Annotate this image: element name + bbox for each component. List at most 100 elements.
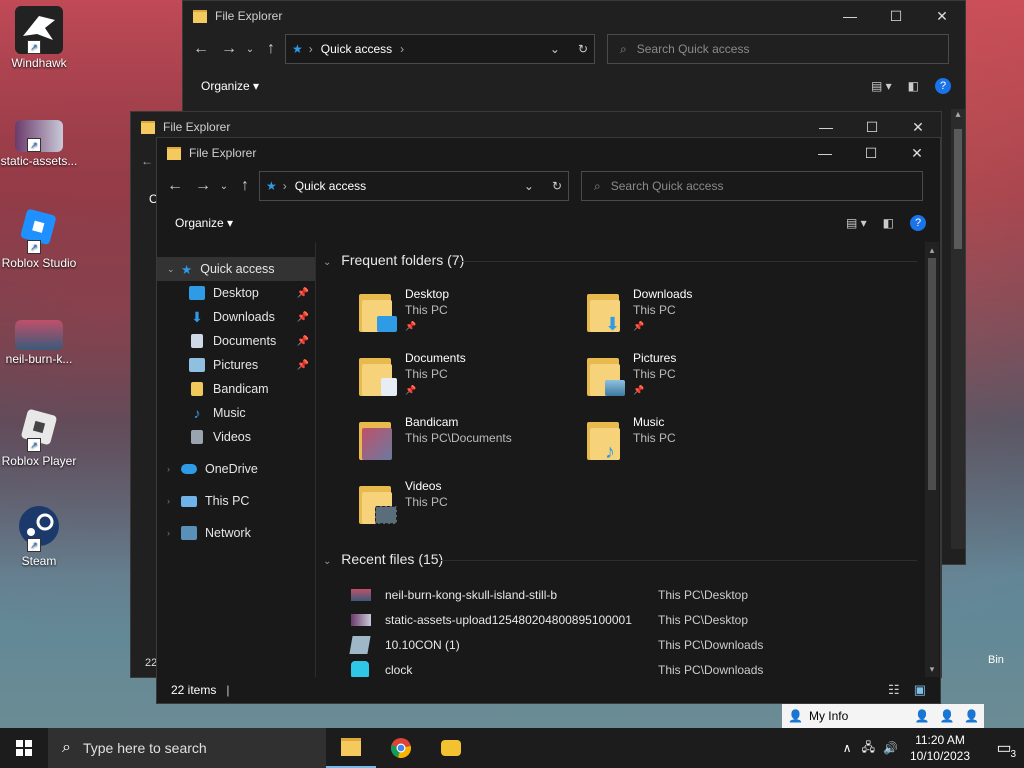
content-pane[interactable]: ⌄ Frequent folders (7) Desktop This PC 📌 ⬇… xyxy=(317,242,925,677)
help-icon[interactable]: ? xyxy=(935,78,951,94)
scrollbar[interactable]: ▴ ▾ xyxy=(925,242,939,677)
list-item[interactable]: static-assets-upload12548020480089510000… xyxy=(317,607,917,632)
folder-tile-videos[interactable]: Videos This PC xyxy=(359,478,579,538)
scroll-down-icon[interactable]: ▾ xyxy=(925,661,939,677)
preview-pane-icon[interactable]: ◧ xyxy=(883,216,894,230)
volume-icon[interactable]: 🔊 xyxy=(883,741,898,755)
desktop-icon-steam[interactable]: ↗ Steam xyxy=(0,504,78,568)
image-file-icon: ↗ xyxy=(15,120,63,152)
recent-files-header[interactable]: ⌄ Recent files (15) xyxy=(323,551,443,567)
close-button[interactable]: ✕ xyxy=(919,8,965,25)
desktop-icon-neil-burn[interactable]: neil-burn-k... xyxy=(0,320,78,366)
help-icon[interactable]: ? xyxy=(910,215,926,231)
desktop-icon-roblox-studio[interactable]: ↗ Roblox Studio xyxy=(0,206,78,270)
maximize-button[interactable]: ☐ xyxy=(873,8,919,25)
chevron-right-icon[interactable]: › xyxy=(167,528,181,538)
forward-button[interactable]: → xyxy=(215,40,243,58)
explorer-window[interactable]: File Explorer — ☐ ✕ ← → ⌄ ↑ ★ › Quick ac… xyxy=(156,137,941,704)
file-icon xyxy=(349,635,371,654)
up-button[interactable]: ↑ xyxy=(257,40,285,58)
my-info-widget[interactable]: 👤 My Info xyxy=(782,704,910,728)
chevron-right-icon[interactable]: › xyxy=(167,496,181,506)
organize-button[interactable]: Organize ▾ xyxy=(175,216,233,230)
nav-item-music[interactable]: ♪ Music xyxy=(157,401,315,425)
contact-icon[interactable]: 👤 xyxy=(964,709,979,723)
refresh-icon[interactable]: ↻ xyxy=(552,179,562,193)
folder-tile-music[interactable]: ♪ Music This PC xyxy=(587,414,807,474)
clock[interactable]: 11:20 AM 10/10/2023 xyxy=(910,732,970,764)
search-input[interactable]: ⌕ Search Quick access xyxy=(581,171,923,201)
maximize-button[interactable]: ☐ xyxy=(849,119,895,136)
nav-item-downloads[interactable]: ⬇ Downloads 📌 xyxy=(157,305,315,329)
preview-pane-icon[interactable]: ◧ xyxy=(908,79,919,93)
taskbar[interactable]: ⌕ Type here to search ∧ 🖧 🔊 11:20 AM 10/… xyxy=(0,728,1024,768)
chevron-right-icon[interactable]: › xyxy=(167,464,181,474)
up-button[interactable]: ↑ xyxy=(231,177,259,195)
back-arrow-icon[interactable]: ← xyxy=(141,154,153,168)
start-button[interactable] xyxy=(0,728,48,768)
folder-tile-bandicam[interactable]: Bandicam This PC\Documents xyxy=(359,414,579,474)
folder-tile-documents[interactable]: Documents This PC 📌 xyxy=(359,350,579,410)
list-item[interactable]: 10.10CON (1) This PC\Downloads xyxy=(317,632,917,657)
chat-app-taskbar-button[interactable] xyxy=(426,728,476,768)
address-bar[interactable]: ★ › Quick access › ⌄ ↻ xyxy=(285,34,595,64)
minimize-button[interactable]: — xyxy=(827,8,873,25)
file-explorer-taskbar-button[interactable] xyxy=(326,728,376,768)
folder-tile-downloads[interactable]: ⬇ Downloads This PC 📌 xyxy=(587,286,807,346)
desktop-icon-roblox-player[interactable]: ↗ Roblox Player xyxy=(0,404,78,468)
title-bar[interactable]: File Explorer — ☐ ✕ xyxy=(157,138,940,168)
nav-item-network[interactable]: › Network xyxy=(157,521,315,545)
taskbar-search-box[interactable]: ⌕ Type here to search xyxy=(48,728,326,768)
large-icons-view-icon[interactable]: ▣ xyxy=(914,682,926,698)
nav-item-videos[interactable]: Videos xyxy=(157,425,315,449)
nav-item-documents[interactable]: Documents 📌 xyxy=(157,329,315,353)
close-button[interactable]: ✕ xyxy=(895,119,941,136)
maximize-button[interactable]: ☐ xyxy=(848,145,894,162)
navigation-pane[interactable]: ⌄ ★ Quick access Desktop 📌 ⬇ Downloads 📌 D… xyxy=(157,257,315,677)
list-item[interactable]: clock This PC\Downloads xyxy=(317,657,917,677)
forward-button[interactable]: → xyxy=(189,177,217,195)
quick-access-star-icon: ★ xyxy=(292,42,303,56)
scrollbar[interactable]: ▴ xyxy=(951,109,965,549)
address-bar[interactable]: ★ › Quick access ⌄ ↻ xyxy=(259,171,569,201)
desktop-icon-static-assets[interactable]: ↗ static-assets... xyxy=(0,120,78,168)
search-input[interactable]: ⌕ Search Quick access xyxy=(607,34,949,64)
contacts-toolbar[interactable]: 👤 👤 👤 xyxy=(910,704,984,728)
contact-icon[interactable]: 👤 xyxy=(940,709,955,723)
refresh-icon[interactable]: ↻ xyxy=(578,42,588,56)
frequent-folders-header[interactable]: ⌄ Frequent folders (7) xyxy=(323,252,464,268)
folder-tile-pictures[interactable]: Pictures This PC 📌 xyxy=(587,350,807,410)
back-button[interactable]: ← xyxy=(161,177,189,195)
nav-item-onedrive[interactable]: › OneDrive xyxy=(157,457,315,481)
view-options-icon[interactable]: ▤ ▾ xyxy=(846,216,867,230)
nav-item-desktop[interactable]: Desktop 📌 xyxy=(157,281,315,305)
desktop-icon-windhawk[interactable]: ↗ Windhawk xyxy=(0,6,78,70)
details-view-icon[interactable]: ☷ xyxy=(888,682,900,698)
nav-item-quick-access[interactable]: ⌄ ★ Quick access xyxy=(157,257,315,281)
contact-icon[interactable]: 👤 xyxy=(915,709,930,723)
notification-center-button[interactable]: ▭ 3 xyxy=(984,728,1024,768)
chevron-down-icon[interactable]: ⌄ xyxy=(524,179,534,193)
back-button[interactable]: ← xyxy=(187,40,215,58)
nav-item-pictures[interactable]: Pictures 📌 xyxy=(157,353,315,377)
scroll-up-icon[interactable]: ▴ xyxy=(925,242,939,258)
organize-button[interactable]: Organize ▾ xyxy=(201,79,259,93)
nav-item-bandicam[interactable]: Bandicam xyxy=(157,377,315,401)
list-item[interactable]: neil-burn-kong-skull-island-still-b This… xyxy=(317,582,917,607)
nav-item-this-pc[interactable]: › This PC xyxy=(157,489,315,513)
recent-locations-button[interactable]: ⌄ xyxy=(243,44,257,55)
chrome-taskbar-button[interactable] xyxy=(376,728,426,768)
show-hidden-icons-button[interactable]: ∧ xyxy=(843,741,852,755)
network-icon[interactable]: 🖧 xyxy=(862,738,875,759)
view-options-icon[interactable]: ▤ ▾ xyxy=(871,79,892,93)
pin-icon: 📌 xyxy=(296,359,309,371)
minimize-button[interactable]: — xyxy=(803,119,849,136)
recent-locations-button[interactable]: ⌄ xyxy=(217,181,231,192)
folder-tile-desktop[interactable]: Desktop This PC 📌 xyxy=(359,286,579,346)
chevron-down-icon[interactable]: ⌄ xyxy=(167,264,181,275)
title-bar[interactable]: File Explorer — ☐ ✕ xyxy=(183,1,965,31)
minimize-button[interactable]: — xyxy=(802,145,848,162)
quick-access-star-icon: ★ xyxy=(181,262,193,277)
close-button[interactable]: ✕ xyxy=(894,145,940,162)
chevron-down-icon[interactable]: ⌄ xyxy=(550,42,560,56)
